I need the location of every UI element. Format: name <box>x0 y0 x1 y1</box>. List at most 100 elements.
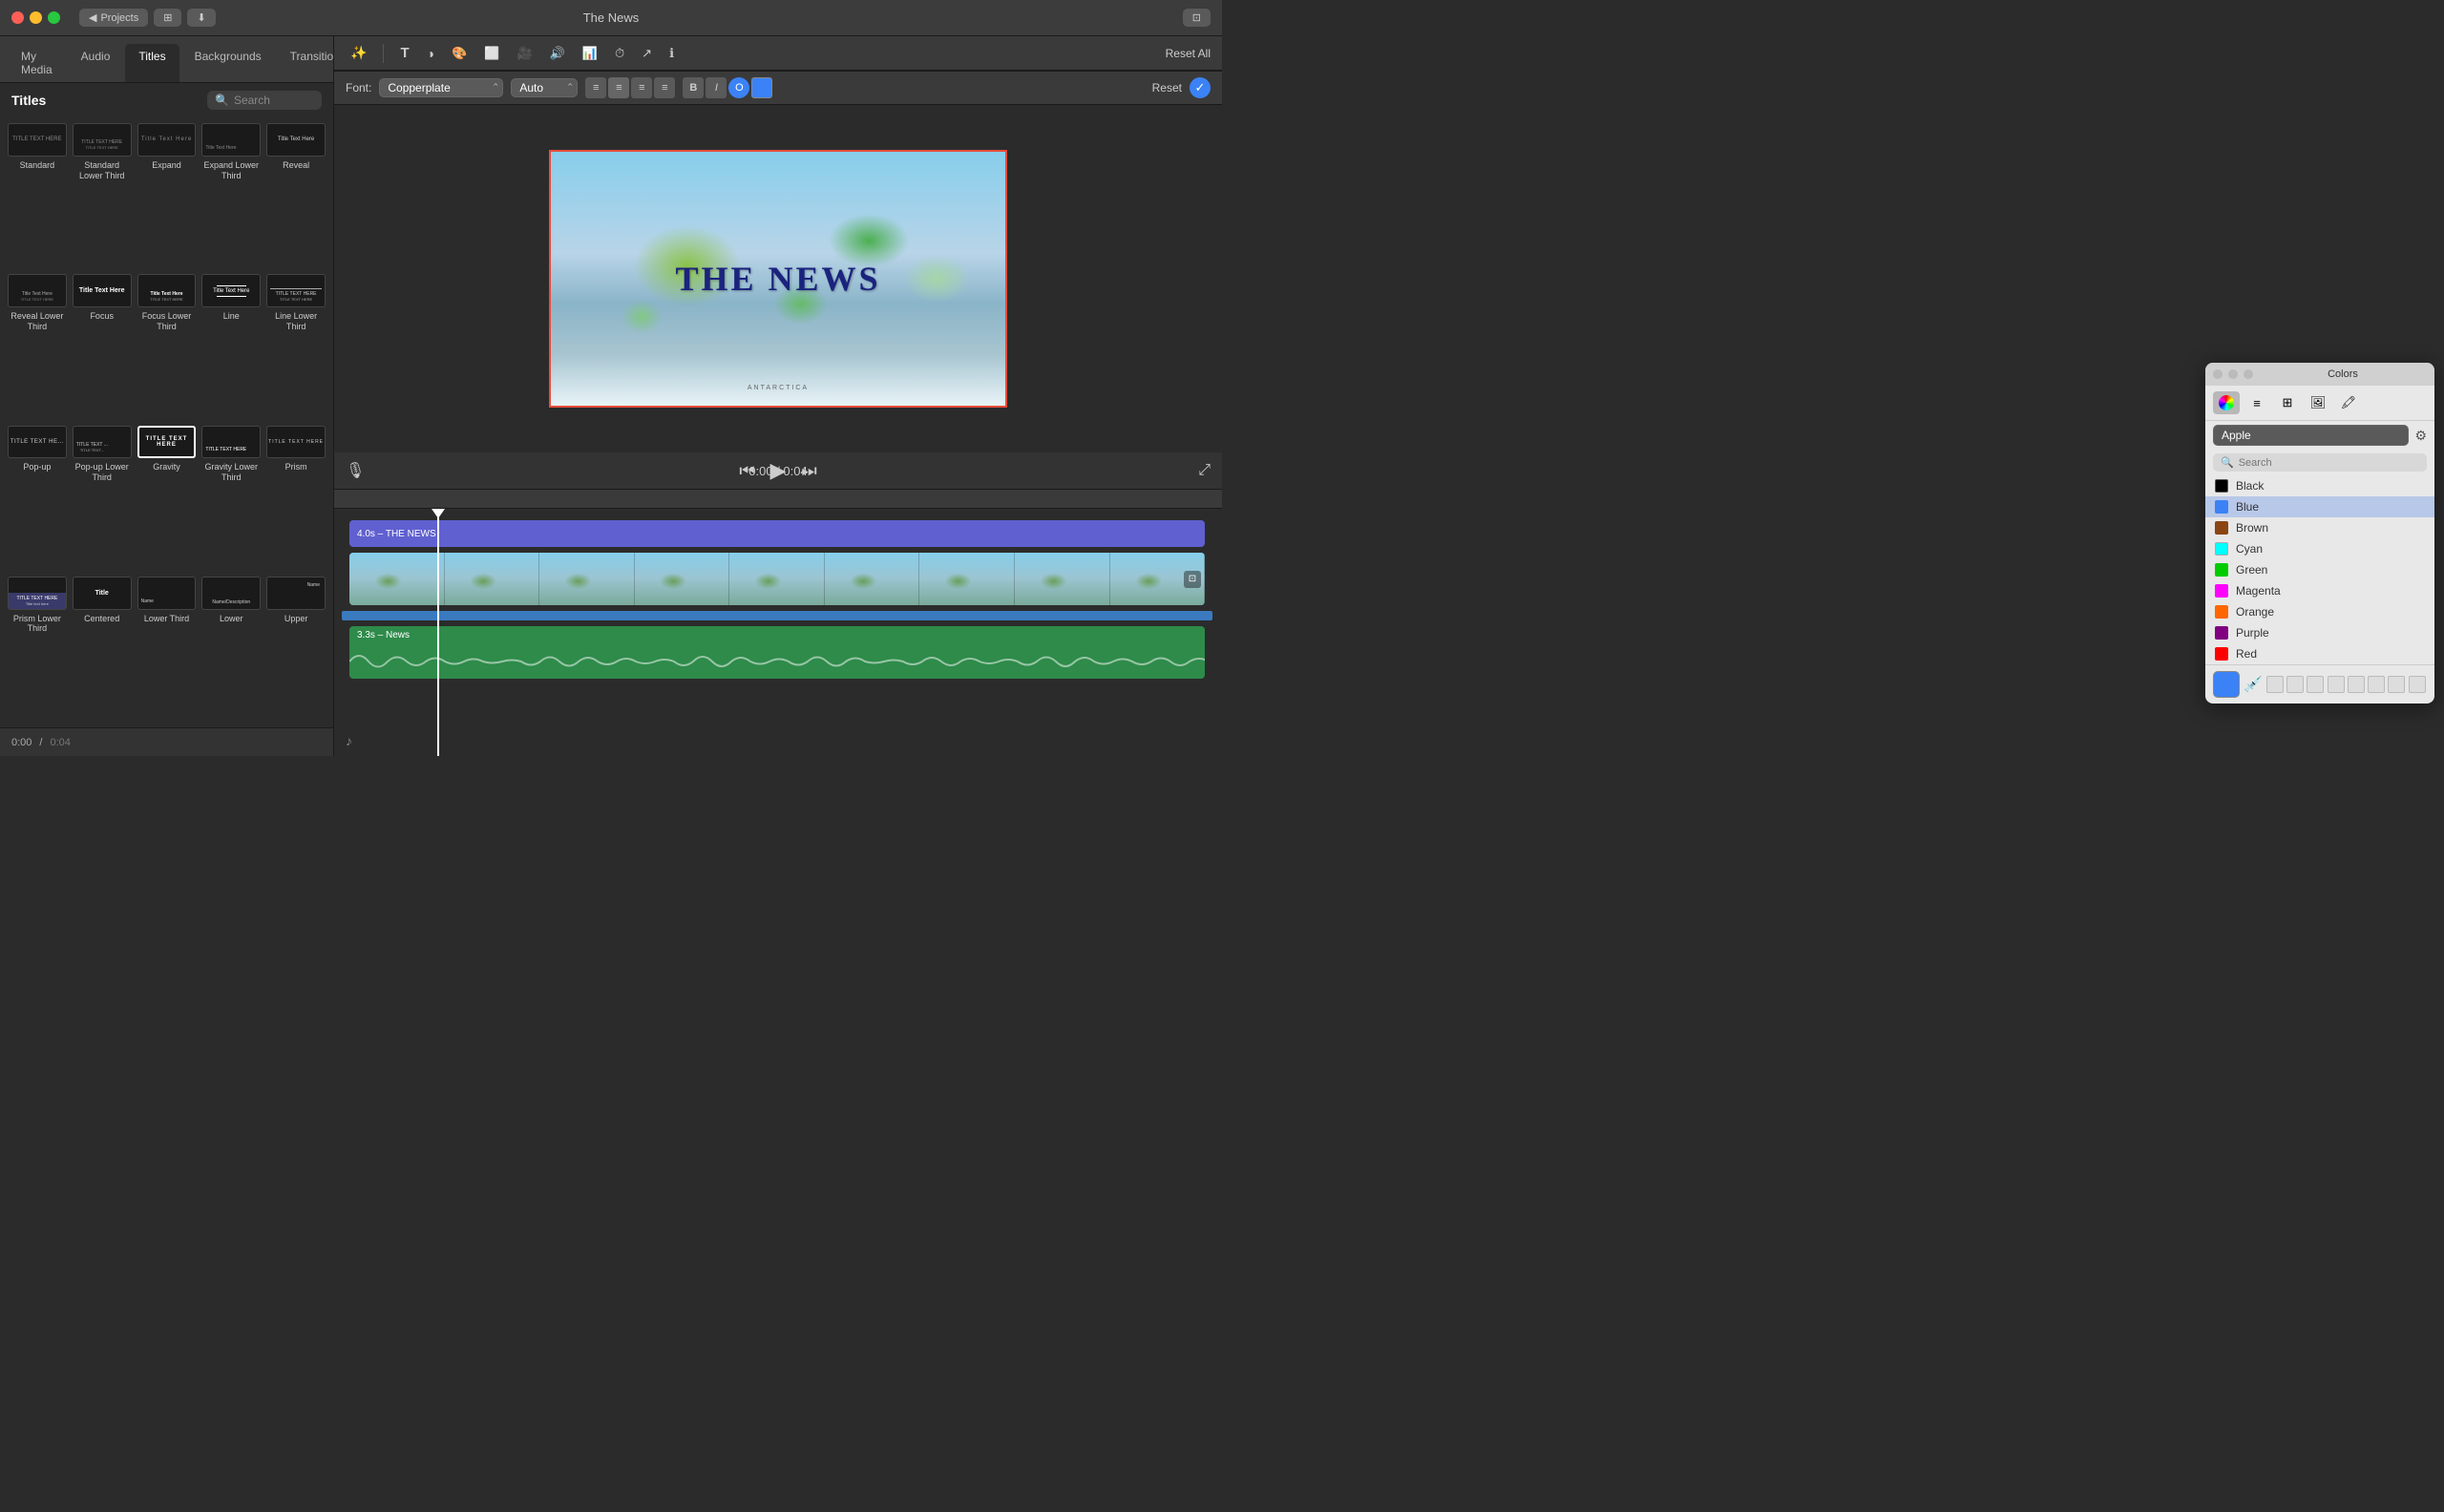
align-center-button[interactable]: ≡ <box>608 77 629 98</box>
color-wheel-mode-button[interactable] <box>2213 391 2240 414</box>
color-palettes-mode-button[interactable]: ⊞ <box>2274 391 2301 414</box>
title-item-line[interactable]: Title Text Here Line <box>201 274 261 419</box>
tab-backgrounds[interactable]: Backgrounds <box>181 44 275 82</box>
style-button[interactable]: ◑ <box>422 43 439 64</box>
confirm-button[interactable]: ✓ <box>1190 77 1211 98</box>
title-item-standard[interactable]: TITLE TEXT HERE Standard <box>8 123 67 268</box>
color-item-red[interactable]: Red <box>2205 643 2434 664</box>
audio-track-label: 3.3s – News <box>357 630 410 640</box>
zoom-button[interactable] <box>48 11 60 24</box>
font-select-wrapper: Copperplate ⌃ <box>379 78 503 97</box>
color-palette-button[interactable]: 🎨 <box>447 43 472 64</box>
title-item-focus-lower[interactable]: Title Text Here TITLE TEXT HERE Focus Lo… <box>137 274 197 419</box>
title-item-standard-lower[interactable]: TITLE TEXT HERE TITLE TEXT HERE Standard… <box>73 123 132 268</box>
title-item-prism-lower[interactable]: TITLE TEXT HERE Title text here Prism Lo… <box>8 577 67 722</box>
swatch-5[interactable] <box>2348 676 2365 693</box>
color-item-cyan[interactable]: Cyan <box>2205 538 2434 559</box>
waveform <box>349 645 1205 679</box>
reset-all-button[interactable]: Reset All <box>1166 47 1211 60</box>
swatch-3[interactable] <box>2307 676 2324 693</box>
title-item-upper[interactable]: Name Upper <box>266 577 326 722</box>
color-item-black[interactable]: Black <box>2205 475 2434 496</box>
volume-button[interactable]: 🔊 <box>545 43 570 64</box>
minimize-button[interactable] <box>30 11 42 24</box>
title-item-reveal[interactable]: Title Text Here Reveal <box>266 123 326 268</box>
color-sliders-mode-button[interactable]: ≡ <box>2244 391 2270 414</box>
camera-button[interactable]: 🎥 <box>512 43 537 64</box>
expand-button[interactable]: ⤢ <box>1198 462 1211 479</box>
title-item-focus[interactable]: Title Text Here Focus <box>73 274 132 419</box>
title-item-expand-lower[interactable]: Title Text Here Expand Lower Third <box>201 123 261 268</box>
search-box[interactable]: 🔍 Search <box>207 91 322 110</box>
swatch-1[interactable] <box>2266 676 2284 693</box>
colors-minimize-button[interactable] <box>2228 369 2238 379</box>
image-palettes-mode-button[interactable]: 🖼 <box>2305 391 2331 414</box>
microphone-button[interactable]: 🎙 <box>346 461 365 480</box>
colors-close-button[interactable] <box>2213 369 2223 379</box>
title-item-reveal-lower[interactable]: Title Text Here TITLE TEXT HERE Reveal L… <box>8 274 67 419</box>
info-button[interactable]: ℹ <box>664 43 679 64</box>
eyedropper-button[interactable]: 💉 <box>2244 675 2263 694</box>
share-button[interactable]: ↗ <box>637 43 657 64</box>
color-item-blue[interactable]: Blue <box>2205 496 2434 517</box>
colors-gear-button[interactable]: ⚙ <box>2414 428 2427 444</box>
swatch-4[interactable] <box>2328 676 2345 693</box>
wand-button[interactable]: ✨ <box>346 42 371 64</box>
title-item-popup-lower[interactable]: TITLE TEXT ... TITLE TEXT... Pop-up Lowe… <box>73 426 132 571</box>
tab-titles[interactable]: Titles <box>125 44 179 82</box>
title-item-gravity-lower[interactable]: TITLE TEXT HERE Gravity Lower Third <box>201 426 261 571</box>
video-track[interactable]: ⊡ <box>349 553 1205 605</box>
audio-track[interactable]: 3.3s – News <box>349 626 1205 679</box>
title-item-lower-third[interactable]: Name Lower Third <box>137 577 197 722</box>
title-item-centered[interactable]: Title Centered <box>73 577 132 722</box>
swatch-2[interactable] <box>2286 676 2304 693</box>
text-format-button[interactable]: T <box>395 42 413 64</box>
title-track[interactable]: 4.0s – THE NEWS <box>349 520 1205 547</box>
title-item-prism[interactable]: TITLE TEXT HERE Prism <box>266 426 326 571</box>
colors-search-box[interactable]: 🔍 <box>2213 453 2427 472</box>
connector-bar <box>342 611 1212 620</box>
crop-button[interactable]: ⬜ <box>479 43 504 64</box>
reset-button[interactable]: Reset <box>1152 81 1182 94</box>
color-palette-select[interactable]: Apple <box>2213 425 2409 446</box>
bold-button[interactable]: B <box>683 77 704 98</box>
color-item-orange[interactable]: Orange <box>2205 601 2434 622</box>
color-item-purple[interactable]: Purple <box>2205 622 2434 643</box>
title-item-line-lower[interactable]: TITLE TEXT HERE TITLE TEXT HERE Line Low… <box>266 274 326 419</box>
font-select[interactable]: Copperplate <box>379 78 503 97</box>
align-justify-button[interactable]: ≡ <box>654 77 675 98</box>
color-item-green[interactable]: Green <box>2205 559 2434 580</box>
align-left-button[interactable]: ≡ <box>585 77 606 98</box>
import-button[interactable]: ⬇ <box>187 9 215 27</box>
video-thumb-3 <box>539 553 635 605</box>
italic-button[interactable]: I <box>706 77 727 98</box>
close-button[interactable] <box>11 11 24 24</box>
colors-search-input[interactable] <box>2239 457 2419 469</box>
swatch-7[interactable] <box>2388 676 2405 693</box>
swatch-8[interactable] <box>2409 676 2426 693</box>
color-dot-brown <box>2215 521 2228 535</box>
projects-button[interactable]: ◀ Projects <box>79 9 148 27</box>
speed-button[interactable]: ⏱ <box>610 43 629 64</box>
bars-button[interactable]: 📊 <box>578 43 602 64</box>
title-item-gravity[interactable]: TITLE TEXT HERE Gravity <box>137 426 197 571</box>
tab-my-media[interactable]: My Media <box>8 44 66 82</box>
align-right-button[interactable]: ≡ <box>631 77 652 98</box>
color-item-brown[interactable]: Brown <box>2205 517 2434 538</box>
swatch-6[interactable] <box>2368 676 2385 693</box>
fullscreen-button[interactable]: ⊡ <box>1183 9 1211 27</box>
outline-button[interactable]: O <box>728 77 749 98</box>
switch-view-button[interactable]: ⊞ <box>154 9 181 27</box>
font-size-select[interactable]: Auto <box>511 78 578 97</box>
color-item-magenta[interactable]: Magenta <box>2205 580 2434 601</box>
title-item-lower[interactable]: Name/Description Lower <box>201 577 261 722</box>
colors-zoom-button[interactable] <box>2244 369 2253 379</box>
tab-audio[interactable]: Audio <box>68 44 124 82</box>
title-thumb-standard-lower: TITLE TEXT HERE TITLE TEXT HERE <box>73 123 132 157</box>
crayon-mode-button[interactable]: 🖍 <box>2335 391 2362 414</box>
colors-mode-toolbar: ≡ ⊞ 🖼 🖍 <box>2205 386 2434 421</box>
title-item-expand[interactable]: Title Text Here Expand <box>137 123 197 268</box>
text-color-swatch[interactable] <box>751 77 772 98</box>
time-total: 0:04 <box>50 737 70 748</box>
title-item-popup[interactable]: TITLE TEXT HE... Pop-up <box>8 426 67 571</box>
